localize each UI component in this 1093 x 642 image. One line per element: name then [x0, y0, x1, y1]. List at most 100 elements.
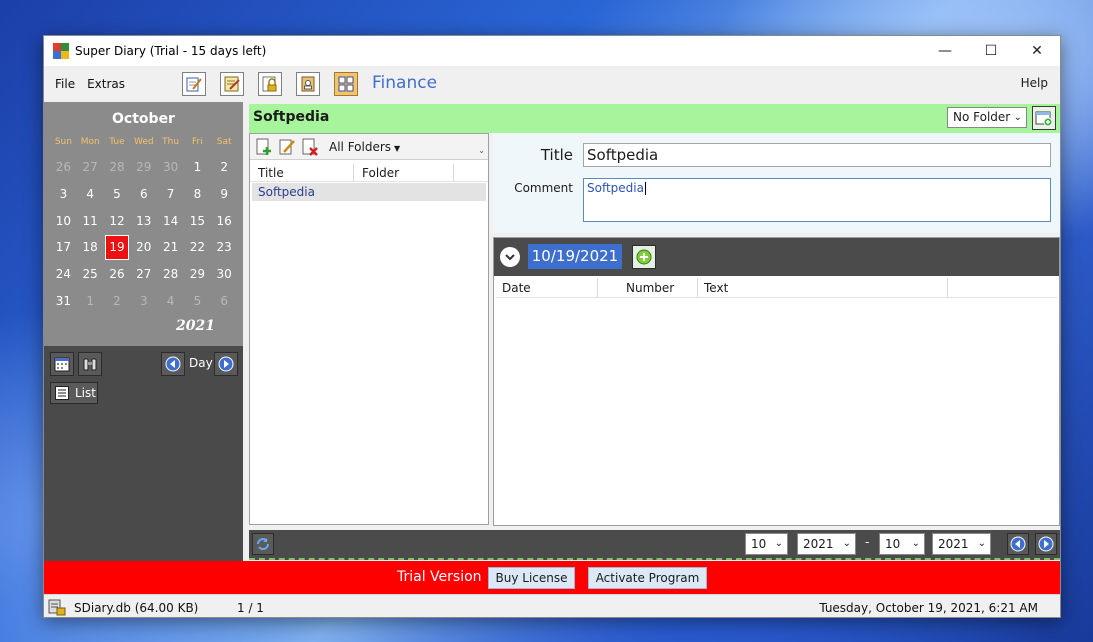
- diary-module-button[interactable]: [182, 72, 206, 96]
- comment-text: Softpedia: [587, 181, 644, 195]
- current-date[interactable]: 10/19/2021: [528, 244, 622, 269]
- calendar-day[interactable]: 29: [130, 154, 157, 181]
- calendar-day[interactable]: 24: [50, 261, 77, 288]
- calendar-day[interactable]: 21: [157, 234, 184, 261]
- from-month-select[interactable]: 10 ⌄: [745, 533, 788, 555]
- contacts-module-button[interactable]: [296, 72, 320, 96]
- calendar-day[interactable]: 10: [50, 207, 77, 234]
- buy-license-button[interactable]: Buy License: [488, 567, 575, 589]
- notes-module-button[interactable]: [220, 72, 244, 96]
- column-header-date[interactable]: Date: [496, 278, 598, 297]
- menu-toolbar: File Extras Finance Help: [44, 66, 1060, 102]
- calendar-day[interactable]: 20: [130, 234, 157, 261]
- passwords-module-button[interactable]: [258, 72, 282, 96]
- edit-entry-button[interactable]: [278, 138, 296, 156]
- table-row[interactable]: Softpedia: [252, 183, 486, 201]
- column-header-folder[interactable]: Folder: [354, 164, 454, 181]
- range-previous-button[interactable]: [1007, 533, 1029, 555]
- calendar-day[interactable]: 1: [77, 287, 104, 314]
- date-bar: 10/19/2021: [494, 238, 1059, 276]
- chevron-down-icon: ⌄: [911, 538, 920, 549]
- folder-filter-dropdown[interactable]: All Folders ▼: [329, 140, 400, 154]
- menu-extras[interactable]: Extras: [87, 77, 125, 91]
- calendar-day[interactable]: 30: [157, 154, 184, 181]
- calendar-day[interactable]: 27: [77, 154, 104, 181]
- title-input[interactable]: Softpedia: [583, 143, 1051, 167]
- calendar-day[interactable]: 6: [211, 287, 238, 314]
- column-header-text[interactable]: Text: [698, 278, 948, 297]
- calendar-day[interactable]: 23: [211, 234, 238, 261]
- folder-select-value: No Folder: [953, 110, 1011, 124]
- calendar-day[interactable]: 29: [184, 261, 211, 288]
- calendar-day[interactable]: 3: [130, 287, 157, 314]
- lock-icon: [262, 76, 277, 92]
- calendar-day[interactable]: 28: [104, 154, 131, 181]
- finance-module-button[interactable]: [334, 72, 358, 96]
- entry-header-bar: Softpedia No Folder ⌄: [249, 104, 1060, 133]
- calendar-day[interactable]: 26: [104, 261, 131, 288]
- list-view-button[interactable]: List: [50, 382, 98, 404]
- calendar-day[interactable]: 4: [77, 181, 104, 208]
- calendar-year-label[interactable]: 2021: [176, 318, 215, 334]
- calendar-day[interactable]: 31: [50, 287, 77, 314]
- trial-text: Trial Version: [397, 569, 482, 585]
- folder-select[interactable]: No Folder ⌄: [947, 107, 1027, 128]
- comment-textarea[interactable]: Softpedia: [583, 178, 1051, 222]
- calendar-day[interactable]: 4: [157, 287, 184, 314]
- delete-document-icon: [302, 138, 318, 156]
- calendar-day[interactable]: 8: [184, 181, 211, 208]
- range-next-button[interactable]: [1035, 533, 1057, 555]
- range-bar: 10 ⌄ 2021 ⌄ - 10 ⌄ 2021 ⌄: [249, 530, 1060, 560]
- menu-help[interactable]: Help: [1021, 76, 1048, 90]
- calendar-day[interactable]: 26: [50, 154, 77, 181]
- calendar-day[interactable]: 3: [50, 181, 77, 208]
- to-month-select[interactable]: 10 ⌄: [879, 533, 925, 555]
- calendar-month-label[interactable]: October: [44, 111, 243, 127]
- calendar-day[interactable]: 9: [211, 181, 238, 208]
- calendar-day[interactable]: 5: [104, 181, 131, 208]
- toolbar-overflow-icon[interactable]: ⌄: [478, 146, 485, 155]
- calendar-day[interactable]: 1: [184, 154, 211, 181]
- to-year-select[interactable]: 2021 ⌄: [932, 533, 991, 555]
- search-button[interactable]: [78, 352, 102, 376]
- calendar-day[interactable]: 27: [130, 261, 157, 288]
- refresh-button[interactable]: [252, 533, 274, 555]
- calendar-day[interactable]: 12: [104, 207, 131, 234]
- previous-period-button[interactable]: [161, 352, 185, 376]
- calendar-day[interactable]: 25: [77, 261, 104, 288]
- binoculars-icon: [83, 358, 97, 371]
- calendar-day[interactable]: 11: [77, 207, 104, 234]
- module-title: Finance: [372, 73, 438, 93]
- calendar-day[interactable]: 5: [184, 287, 211, 314]
- add-record-button[interactable]: [632, 245, 656, 269]
- calendar-day[interactable]: 18: [77, 234, 104, 261]
- calendar-day[interactable]: 22: [184, 234, 211, 261]
- maximize-button[interactable]: ☐: [968, 36, 1014, 66]
- calendar-day[interactable]: 2: [104, 287, 131, 314]
- calendar-day[interactable]: 7: [157, 181, 184, 208]
- activate-program-button[interactable]: Activate Program: [588, 567, 707, 589]
- column-header-title[interactable]: Title: [250, 164, 354, 181]
- calendar-day[interactable]: 13: [130, 207, 157, 234]
- new-entry-button[interactable]: [255, 138, 273, 156]
- minimize-button[interactable]: —: [922, 36, 968, 66]
- add-folder-button[interactable]: [1032, 106, 1056, 130]
- calendar-day[interactable]: 30: [211, 261, 238, 288]
- calendar-day[interactable]: 28: [157, 261, 184, 288]
- collapse-button[interactable]: [500, 247, 520, 267]
- calendar-day[interactable]: 14: [157, 207, 184, 234]
- close-button[interactable]: ✕: [1014, 36, 1060, 66]
- calendar-day-today[interactable]: 19: [104, 235, 130, 260]
- menu-file[interactable]: File: [55, 77, 75, 91]
- column-header-number[interactable]: Number: [598, 278, 698, 297]
- calendar-day[interactable]: 6: [130, 181, 157, 208]
- calendar-day[interactable]: 16: [211, 207, 238, 234]
- delete-entry-button[interactable]: [301, 138, 319, 156]
- calendar-day[interactable]: 17: [50, 234, 77, 261]
- next-period-button[interactable]: [214, 352, 238, 376]
- from-year-select[interactable]: 2021 ⌄: [797, 533, 856, 555]
- calendar-view-button[interactable]: [50, 352, 74, 376]
- calendar-day[interactable]: 15: [184, 207, 211, 234]
- calendar-day[interactable]: 2: [211, 154, 238, 181]
- title-bar: Super Diary (Trial - 15 days left) — ☐ ✕: [44, 36, 1060, 66]
